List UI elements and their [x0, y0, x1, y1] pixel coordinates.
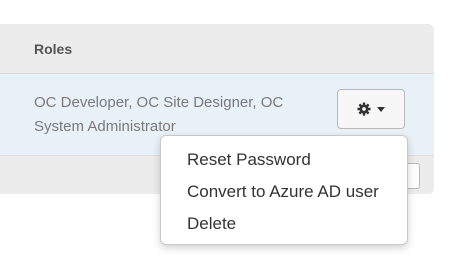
- row-actions-button[interactable]: [337, 89, 405, 129]
- gear-icon: [357, 102, 371, 116]
- table-header-row: Roles: [0, 24, 434, 74]
- column-header-roles: Roles: [34, 41, 73, 57]
- users-roles-view: Roles OC Developer, OC Site Designer, OC…: [0, 0, 450, 260]
- menu-item-delete[interactable]: Delete: [161, 209, 407, 241]
- row-actions-menu: Reset Password Convert to Azure AD user …: [160, 135, 408, 245]
- menu-item-convert-azure-ad[interactable]: Convert to Azure AD user: [161, 177, 407, 209]
- chevron-down-icon: [377, 106, 385, 112]
- roles-cell: OC Developer, OC Site Designer, OC Syste…: [34, 94, 284, 135]
- menu-item-reset-password[interactable]: Reset Password: [161, 145, 407, 177]
